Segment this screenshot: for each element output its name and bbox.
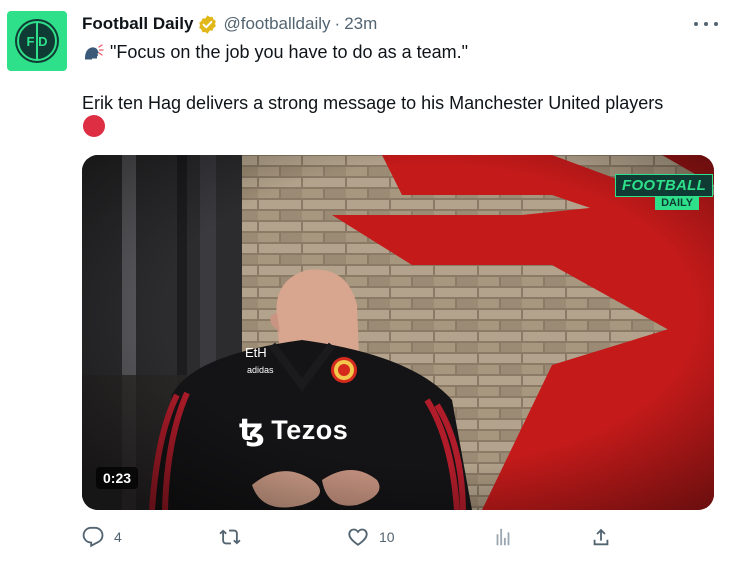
author-handle[interactable]: @footballdaily [223, 14, 330, 34]
like-count: 10 [379, 529, 395, 545]
views-button[interactable] [492, 526, 524, 548]
shirt-sponsor: ꜩ Tezos [239, 413, 348, 448]
sponsor-logo-icon: ꜩ [239, 414, 266, 447]
verified-badge-icon [197, 14, 218, 35]
reply-count: 4 [114, 529, 122, 545]
sponsor-text: Tezos [271, 415, 349, 445]
repost-button[interactable] [219, 526, 251, 548]
action-bar: 4 10 [82, 526, 622, 552]
video-duration: 0:23 [96, 467, 139, 489]
badge-bottom: DAILY [655, 196, 700, 210]
video-player[interactable]: EtH adidas ꜩ Tezos FOOTBALL DAILY 0:23 [82, 155, 714, 510]
red-circle-icon [83, 115, 105, 137]
tweet-text-line2: Erik ten Hag delivers a strong message t… [82, 93, 664, 113]
separator: · [334, 14, 341, 33]
quote-text: "Focus on the job you have to do as a te… [110, 42, 468, 62]
avatar-text: F D [27, 34, 48, 49]
author-name[interactable]: Football Daily [82, 14, 193, 34]
like-icon [348, 528, 368, 546]
avatar[interactable]: F D [7, 11, 67, 71]
share-button[interactable] [590, 526, 612, 548]
tweet[interactable]: F D Football Daily @footballdaily · 23m … [0, 0, 745, 567]
channel-badge: FOOTBALL DAILY [615, 174, 714, 210]
shirt-initials: EtH [245, 345, 267, 360]
views-icon [496, 528, 510, 546]
repost-icon [219, 529, 241, 545]
more-icon[interactable] [694, 14, 718, 34]
reply-icon [82, 526, 104, 548]
shirt-brand: adidas [247, 365, 274, 375]
timestamp[interactable]: 23m [344, 14, 377, 34]
reply-button[interactable]: 4 [82, 526, 122, 548]
tweet-header: Football Daily @footballdaily · 23m [82, 12, 725, 36]
share-icon [593, 528, 609, 546]
like-button[interactable]: 10 [347, 526, 395, 548]
tweet-text-line1: "Focus on the job you have to do as a te… [82, 40, 468, 64]
badge-top: FOOTBALL [615, 174, 714, 197]
speaking-head-icon [82, 41, 104, 61]
